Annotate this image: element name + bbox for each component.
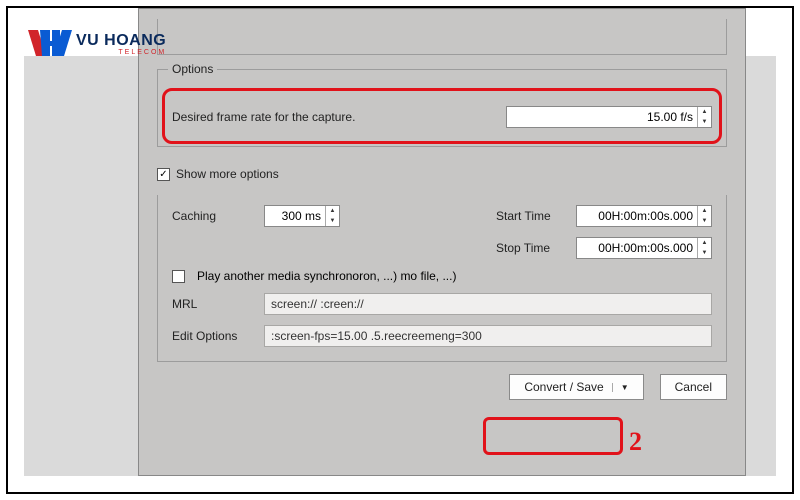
options-groupbox: Options Desired frame rate for the captu… [157, 69, 727, 147]
show-more-checkbox[interactable]: ✓ [157, 168, 170, 181]
start-time-label: Start Time [496, 209, 566, 223]
start-time-spinbox[interactable]: ▲ ▼ [576, 205, 712, 227]
frame-rate-label: Desired frame rate for the capture. [172, 110, 506, 124]
spin-down-icon[interactable]: ▼ [326, 216, 339, 226]
outer-frame: VU HOANG TELECOM 1 Options Desired frame… [6, 6, 794, 494]
spin-down-icon[interactable]: ▼ [698, 216, 711, 226]
brand-subtitle: TELECOM [76, 49, 166, 56]
spin-down-icon[interactable]: ▼ [698, 117, 711, 127]
convert-save-label: Convert / Save [524, 380, 603, 394]
dropdown-caret-icon[interactable]: ▼ [612, 383, 629, 392]
cancel-button[interactable]: Cancel [660, 374, 727, 400]
capture-dialog: Options Desired frame rate for the captu… [138, 8, 746, 476]
brand-logo: VU HOANG TELECOM [26, 26, 166, 62]
cancel-label: Cancel [675, 380, 712, 394]
edit-options-field[interactable]: :screen-fps=15.00 .5.reecreemeng=300 [264, 325, 712, 347]
spin-up-icon[interactable]: ▲ [698, 238, 711, 248]
frame-rate-spinbox[interactable]: ▲ ▼ [506, 106, 712, 128]
highlight-box-2 [483, 417, 623, 455]
mrl-field[interactable]: screen:// :creen:// [264, 293, 712, 315]
annotation-marker-2: 2 [629, 427, 642, 457]
mrl-label: MRL [172, 297, 252, 311]
brand-name: VU HOANG [76, 33, 166, 49]
play-another-checkbox[interactable] [172, 270, 185, 283]
vh-logo-icon [26, 26, 72, 62]
options-legend: Options [168, 62, 217, 76]
caching-spinbox[interactable]: ▲ ▼ [264, 205, 340, 227]
edit-options-label: Edit Options [172, 329, 252, 343]
spin-up-icon[interactable]: ▲ [326, 206, 339, 216]
stop-time-label: Stop Time [496, 241, 566, 255]
convert-save-button[interactable]: Convert / Save ▼ [509, 374, 643, 400]
play-another-label: Play another media synchronoron, ...) mo… [197, 269, 456, 283]
advanced-options-panel: Caching ▲ ▼ Start Time ▲ ▼ [157, 195, 727, 362]
stop-time-spinbox[interactable]: ▲ ▼ [576, 237, 712, 259]
spin-up-icon[interactable]: ▲ [698, 206, 711, 216]
stop-time-input[interactable] [577, 238, 697, 258]
show-more-label: Show more options [176, 167, 279, 181]
show-more-options-row[interactable]: ✓ Show more options [157, 167, 727, 181]
play-another-row[interactable]: Play another media synchronoron, ...) mo… [172, 269, 712, 283]
spin-down-icon[interactable]: ▼ [698, 248, 711, 258]
frame-rate-input[interactable] [507, 107, 697, 127]
start-time-input[interactable] [577, 206, 697, 226]
caching-label: Caching [172, 209, 252, 223]
caching-input[interactable] [265, 206, 325, 226]
spin-up-icon[interactable]: ▲ [698, 107, 711, 117]
upper-groupbox [157, 19, 727, 55]
